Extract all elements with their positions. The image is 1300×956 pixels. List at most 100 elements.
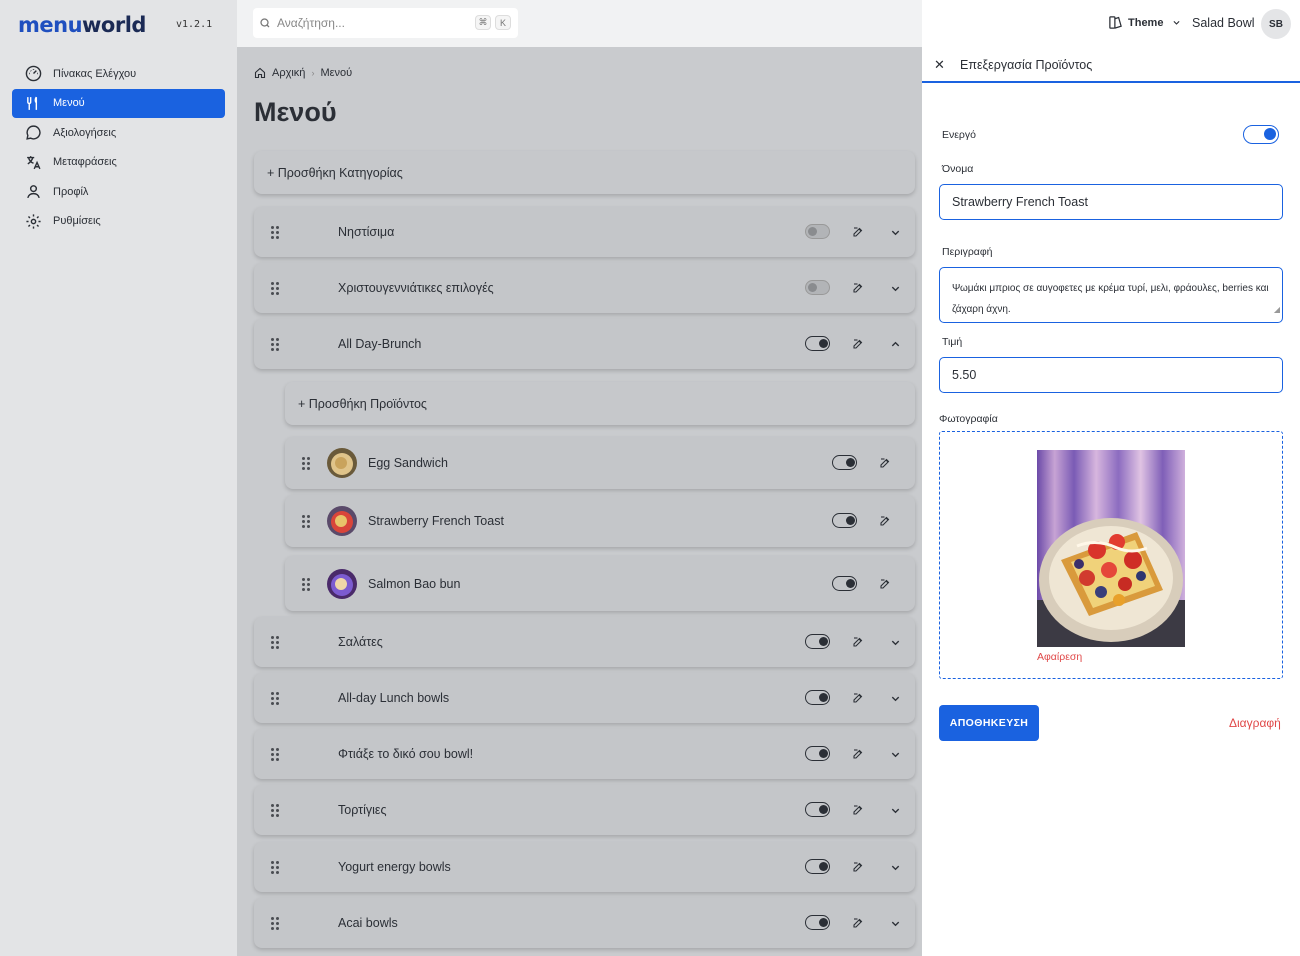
drag-handle-icon[interactable]: [302, 457, 310, 470]
panel-title: Επεξεργασία Προϊόντος: [960, 58, 1093, 72]
chevron-down-icon[interactable]: [888, 635, 902, 649]
add-category-button[interactable]: + Προσθήκη Κατηγορίας: [254, 151, 915, 194]
dashboard-icon: [24, 65, 42, 83]
close-icon[interactable]: ✕: [934, 57, 945, 73]
sidebar-item-reviews[interactable]: Αξιολογήσεις: [12, 118, 225, 148]
category-row[interactable]: Σαλάτες: [254, 617, 915, 667]
category-row[interactable]: All Day-Brunch: [254, 319, 915, 369]
category-active-toggle[interactable]: [805, 224, 830, 239]
product-row[interactable]: Egg Sandwich: [285, 437, 915, 489]
add-product-button[interactable]: + Προσθήκη Προϊόντος: [285, 382, 915, 425]
sidebar-item-menu[interactable]: Μενού: [12, 88, 225, 118]
edit-icon[interactable]: [851, 635, 865, 649]
breadcrumb-home[interactable]: Αρχική: [272, 67, 305, 79]
product-active-toggle[interactable]: [832, 513, 857, 528]
category-active-toggle[interactable]: [805, 915, 830, 930]
drag-handle-icon[interactable]: [271, 917, 279, 930]
chevron-down-icon[interactable]: [888, 916, 902, 930]
drag-handle-icon[interactable]: [302, 515, 310, 528]
category-active-toggle[interactable]: [805, 336, 830, 351]
description-field[interactable]: Ψωμάκι μπριος σε αυγοφετες με κρέμα τυρί…: [939, 267, 1283, 323]
price-field[interactable]: 5.50: [939, 357, 1283, 393]
sidebar-item-settings[interactable]: Ρυθμίσεις: [12, 207, 225, 237]
drag-handle-icon[interactable]: [271, 748, 279, 761]
sidebar-item-label: Ρυθμίσεις: [53, 215, 101, 228]
product-row[interactable]: Salmon Bao bun: [285, 556, 915, 611]
chevron-up-icon[interactable]: [888, 337, 902, 351]
product-row[interactable]: Strawberry French Toast: [285, 495, 915, 547]
category-row[interactable]: Τορτίγιες: [254, 785, 915, 835]
product-active-toggle[interactable]: [832, 576, 857, 591]
edit-icon[interactable]: [851, 281, 865, 295]
edit-icon[interactable]: [878, 456, 892, 470]
user-icon: [24, 183, 42, 201]
restaurant-name[interactable]: Salad Bowl: [1192, 16, 1255, 30]
chevron-down-icon[interactable]: [888, 691, 902, 705]
save-button[interactable]: ΑΠΟΘΗΚΕΥΣΗ: [939, 705, 1039, 741]
active-toggle[interactable]: [1243, 125, 1279, 144]
edit-icon[interactable]: [851, 916, 865, 930]
category-row[interactable]: Νηστίσιμα: [254, 207, 915, 257]
category-row[interactable]: Yogurt energy bowls: [254, 842, 915, 892]
product-photo: [1037, 450, 1185, 647]
theme-selector[interactable]: Theme: [1108, 15, 1181, 30]
edit-icon[interactable]: [851, 803, 865, 817]
edit-icon[interactable]: [851, 691, 865, 705]
drag-handle-icon[interactable]: [271, 804, 279, 817]
drag-handle-icon[interactable]: [271, 861, 279, 874]
edit-icon[interactable]: [851, 860, 865, 874]
name-field[interactable]: Strawberry French Toast: [939, 184, 1283, 220]
price-field-value: 5.50: [952, 368, 977, 382]
edit-icon[interactable]: [878, 514, 892, 528]
edit-icon[interactable]: [851, 747, 865, 761]
category-active-toggle[interactable]: [805, 802, 830, 817]
sidebar-item-profile[interactable]: Προφίλ: [12, 177, 225, 207]
drag-handle-icon[interactable]: [271, 692, 279, 705]
shortcut-key-k: K: [495, 15, 511, 30]
delete-button[interactable]: Διαγραφή: [1229, 716, 1281, 730]
category-active-toggle[interactable]: [805, 634, 830, 649]
category-active-toggle[interactable]: [805, 746, 830, 761]
app-logo[interactable]: menuworld: [18, 12, 146, 38]
category-row[interactable]: Χριστουγεννιάτικες επιλογές: [254, 263, 915, 313]
chevron-down-icon[interactable]: [888, 860, 902, 874]
page-title: Μενού: [254, 97, 337, 127]
resize-handle-icon[interactable]: ◢: [1274, 299, 1280, 320]
sidebar-item-label: Προφίλ: [53, 185, 89, 198]
drag-handle-icon[interactable]: [271, 282, 279, 295]
drag-handle-icon[interactable]: [271, 636, 279, 649]
category-active-toggle[interactable]: [805, 859, 830, 874]
drag-handle-icon[interactable]: [271, 226, 279, 239]
category-active-toggle[interactable]: [805, 280, 830, 295]
remove-photo-link[interactable]: Αφαίρεση: [1037, 651, 1082, 663]
chevron-down-icon[interactable]: [888, 225, 902, 239]
chevron-down-icon[interactable]: [888, 803, 902, 817]
product-active-toggle[interactable]: [832, 455, 857, 470]
sidebar-item-dashboard[interactable]: Πίνακας Ελέγχου: [12, 59, 225, 89]
category-row[interactable]: Φτιάξε το δικό σου bowl!: [254, 729, 915, 779]
sidebar-item-translations[interactable]: Μεταφράσεις: [12, 148, 225, 178]
home-icon[interactable]: [254, 67, 266, 79]
photo-dropzone[interactable]: Αφαίρεση: [939, 431, 1283, 679]
drag-handle-icon[interactable]: [302, 578, 310, 591]
edit-icon[interactable]: [851, 225, 865, 239]
category-row[interactable]: All-day Lunch bowls: [254, 673, 915, 723]
chat-bubble-icon: [24, 124, 42, 142]
product-thumbnail: [327, 448, 357, 478]
edit-icon[interactable]: [878, 577, 892, 591]
search-icon: [259, 17, 271, 29]
app-version: v1.2.1: [176, 19, 213, 30]
avatar[interactable]: SB: [1261, 9, 1291, 39]
category-active-toggle[interactable]: [805, 690, 830, 705]
edit-icon[interactable]: [851, 337, 865, 351]
category-row[interactable]: Acai bowls: [254, 898, 915, 948]
search-input[interactable]: Αναζήτηση... ⌘ K: [253, 8, 518, 38]
drag-handle-icon[interactable]: [271, 338, 279, 351]
description-field-value: Ψωμάκι μπριος σε αυγοφετες με κρέμα τυρί…: [952, 283, 1269, 315]
product-name: Salmon Bao bun: [368, 577, 461, 591]
product-thumbnail: [327, 569, 357, 599]
category-name: All-day Lunch bowls: [338, 691, 450, 705]
chevron-down-icon[interactable]: [888, 281, 902, 295]
gear-icon: [24, 212, 42, 230]
chevron-down-icon[interactable]: [888, 747, 902, 761]
